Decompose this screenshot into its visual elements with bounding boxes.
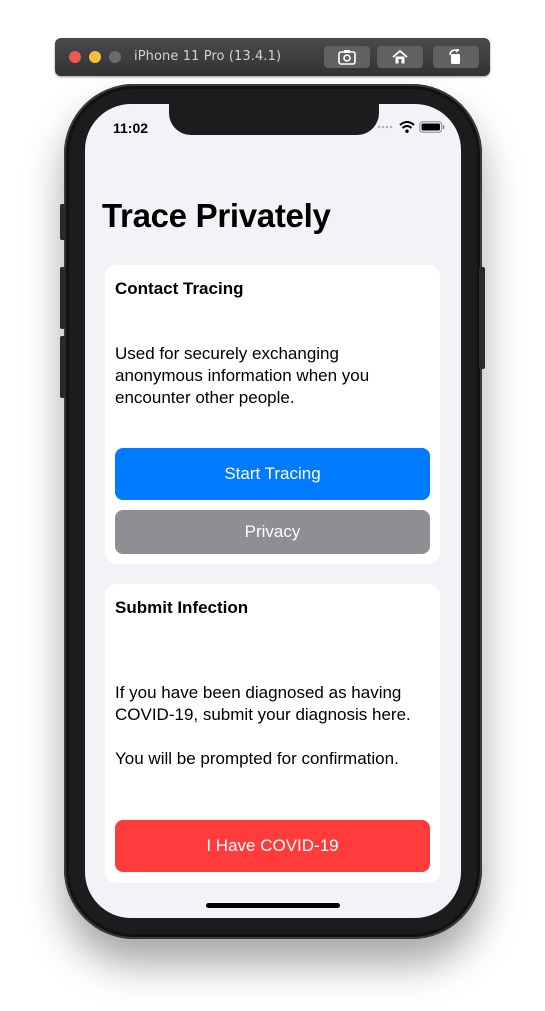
page-title: Trace Privately <box>102 197 331 234</box>
submit-infection-title: Submit Infection <box>115 598 249 617</box>
home-icon <box>392 49 408 64</box>
contact-tracing-card: Contact Tracing Used for securely exchan… <box>105 265 440 564</box>
simulator-title: iPhone 11 Pro (13.4.1) <box>134 49 282 64</box>
zoom-window-button[interactable] <box>109 51 121 63</box>
status-time: 11:02 <box>113 120 149 136</box>
action-button <box>60 204 66 240</box>
start-tracing-button[interactable]: Start Tracing <box>115 448 430 500</box>
minimize-window-button[interactable] <box>89 51 101 63</box>
rotate-icon <box>449 49 460 64</box>
contact-tracing-description: Used for securely exchanging anonymous i… <box>115 344 370 407</box>
rotate-button[interactable] <box>433 46 479 68</box>
submit-infection-card: Submit Infection If you have been diagno… <box>105 584 440 883</box>
screenshot-button[interactable] <box>324 46 370 68</box>
wifi-icon <box>399 121 415 133</box>
home-button[interactable] <box>377 46 423 68</box>
contact-tracing-title: Contact Tracing <box>115 279 244 298</box>
power-button <box>479 267 485 369</box>
volume-up-button <box>60 267 66 329</box>
phone-screen: 11:02 Trace Privately Contact Tracing Us… <box>85 104 461 918</box>
home-indicator[interactable] <box>206 903 340 908</box>
submit-infection-description: If you have been diagnosed as having COV… <box>115 683 411 724</box>
status-icons <box>377 121 445 133</box>
confirmation-note: You will be prompted for confirmation. <box>115 749 399 768</box>
battery-icon <box>419 121 445 133</box>
notch <box>169 104 379 135</box>
volume-down-button <box>60 336 66 398</box>
close-window-button[interactable] <box>69 51 81 63</box>
privacy-button[interactable]: Privacy <box>115 510 430 554</box>
screenshot-icon <box>338 50 356 65</box>
i-have-covid-button[interactable]: I Have COVID-19 <box>115 820 430 872</box>
simulator-toolbar: iPhone 11 Pro (13.4.1) <box>55 38 490 76</box>
signal-icon <box>377 125 393 129</box>
